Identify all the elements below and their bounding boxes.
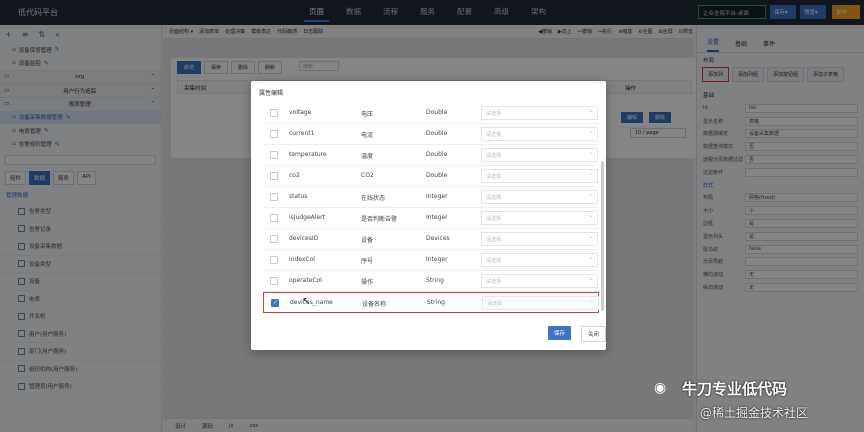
field-row[interactable]: temperature 温度 Double 请选择	[263, 145, 599, 166]
field-component-select[interactable]: 请选择	[482, 296, 599, 310]
field-label: 温度	[361, 153, 374, 160]
field-type: Integer	[426, 256, 448, 263]
field-row[interactable]: devicesID 设备 Devices 请选择	[263, 229, 599, 250]
field-label: 在线状态	[361, 195, 386, 202]
field-type: String	[427, 299, 445, 306]
field-name: devicesID	[289, 235, 319, 242]
field-name: co2	[289, 172, 300, 179]
field-row[interactable]: co2 CO2 Double 请选择	[263, 166, 599, 187]
field-checkbox[interactable]	[270, 109, 278, 117]
field-label: 序号	[361, 258, 374, 265]
field-checkbox[interactable]	[270, 172, 278, 180]
field-list: voltage电压Double请选择current1电流Double请选择tem…	[263, 103, 599, 313]
property-edit-dialog: 属性编辑 voltage 电压 Double 请选择 current1 电流 Double 请…	[251, 81, 606, 350]
field-label: 设备	[361, 237, 374, 244]
field-type: Integer	[426, 193, 448, 200]
field-label: 设备名称	[362, 301, 387, 308]
field-checkbox[interactable]	[271, 299, 279, 307]
dialog-title: 属性编辑	[259, 90, 284, 97]
field-component-select[interactable]: 请选择	[481, 211, 598, 225]
field-component-select[interactable]: 请选择	[481, 253, 598, 267]
watermark-subtitle: @稀土掘金技术社区	[700, 406, 809, 420]
field-component-select[interactable]: 请选择	[481, 169, 598, 183]
field-type: Double	[426, 151, 448, 158]
field-component-select[interactable]: 请选择	[481, 274, 598, 288]
field-checkbox[interactable]	[270, 214, 278, 222]
field-label: 操作	[361, 279, 374, 286]
field-name: status	[289, 193, 308, 200]
field-type: Double	[426, 130, 448, 137]
field-component-select[interactable]: 请选择	[481, 148, 598, 162]
dialog-close-button[interactable]: 关闭	[581, 326, 606, 342]
field-label: CO2	[361, 172, 374, 179]
field-label: 电流	[361, 132, 374, 139]
field-component-select[interactable]: 请选择	[481, 106, 598, 120]
mouse-cursor-icon: ↖	[302, 296, 311, 307]
field-row[interactable]: current1 电流 Double 请选择	[263, 124, 599, 145]
field-row[interactable]: voltage 电压 Double 请选择	[263, 103, 599, 124]
field-checkbox[interactable]	[270, 193, 278, 201]
dialog-scrollbar[interactable]	[601, 161, 604, 311]
field-component-select[interactable]: 请选择	[481, 127, 598, 141]
field-name: devices_name	[290, 299, 333, 306]
field-type: Integer	[426, 214, 448, 221]
field-row[interactable]: indexCol 序号 Integer 请选择	[263, 250, 599, 271]
field-checkbox[interactable]	[270, 151, 278, 159]
field-row[interactable]: operateCol 操作 String 请选择	[263, 271, 599, 292]
field-type: Double	[426, 109, 448, 116]
field-name: operateCol	[289, 277, 322, 284]
field-label: 是否判断告警	[361, 216, 398, 223]
field-component-select[interactable]: 请选择	[481, 190, 598, 204]
field-checkbox[interactable]	[270, 277, 278, 285]
field-row[interactable]: devices_name 设备名称 String 请选择	[263, 292, 599, 313]
field-name: voltage	[289, 109, 312, 116]
field-checkbox[interactable]	[270, 130, 278, 138]
field-row[interactable]: isJudgeAlert 是否判断告警 Integer 请选择	[263, 208, 599, 229]
field-checkbox[interactable]	[270, 256, 278, 264]
field-label: 电压	[361, 111, 374, 118]
field-checkbox[interactable]	[270, 235, 278, 243]
watermark-title: 牛刀专业低代码	[682, 380, 788, 398]
field-component-select[interactable]: 请选择	[481, 232, 598, 246]
field-name: isJudgeAlert	[289, 214, 325, 221]
field-name: current1	[289, 130, 315, 137]
field-type: Devices	[426, 235, 450, 242]
field-name: temperature	[289, 151, 327, 158]
field-name: indexCol	[289, 256, 315, 263]
dialog-save-button[interactable]: 保存	[548, 326, 572, 340]
field-type: Double	[426, 172, 448, 179]
field-type: String	[426, 277, 444, 284]
field-row[interactable]: status 在线状态 Integer 请选择	[263, 187, 599, 208]
wechat-icon: ◉	[654, 380, 667, 396]
